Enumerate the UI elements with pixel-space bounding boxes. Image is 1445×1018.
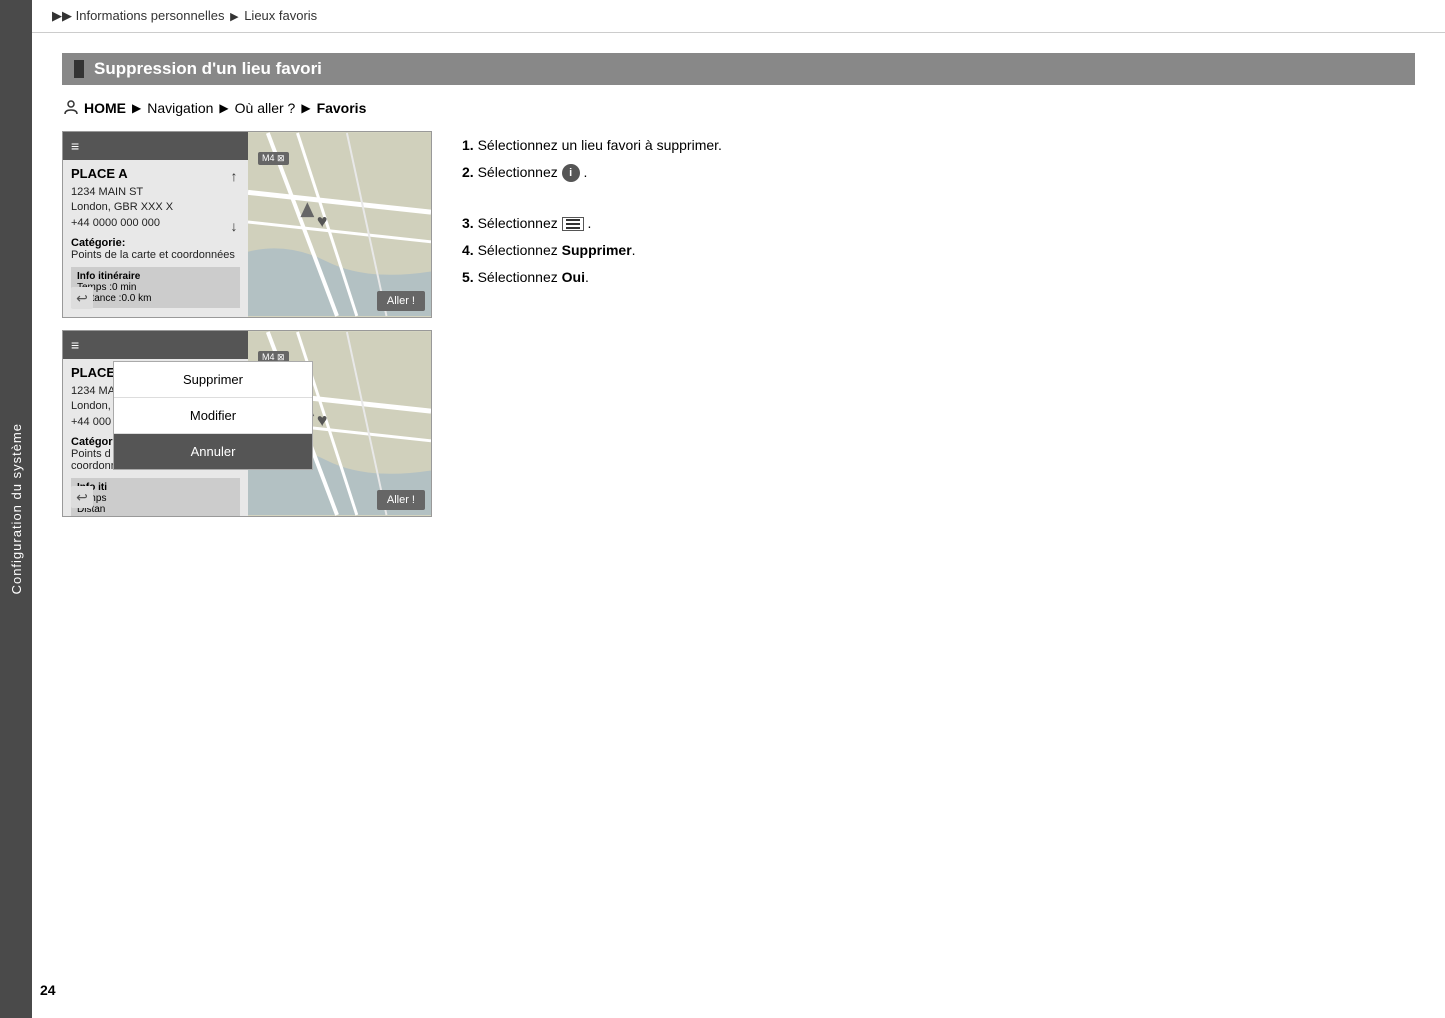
screen1-map: ♥ M4 ⊠ Aller ! (248, 132, 431, 317)
svg-text:♥: ♥ (317, 211, 328, 231)
popup-annuler[interactable]: Annuler (114, 434, 312, 469)
screen1-addr1: 1234 MAIN ST (71, 185, 240, 200)
step1-num: 1. (462, 137, 474, 153)
breadcrumb-part2: Lieux favoris (244, 8, 317, 23)
screen1-menu-icon: ≡ (71, 138, 79, 154)
instructions-col: 1. Sélectionnez un lieu favori à supprim… (462, 131, 1415, 294)
step4-num: 4. (462, 242, 474, 258)
nav-arrow-3: ▶ (301, 101, 310, 115)
up-arrow[interactable]: ↑ (224, 166, 244, 186)
screen2-info-dist: Distan (77, 504, 234, 515)
screen1-cat-text: Points de la carte et coordonnées (71, 249, 235, 261)
step2: 2. Sélectionnez i . (462, 162, 1415, 183)
screen1-addr2: London, GBR XXX X (71, 200, 240, 215)
breadcrumb: ▶▶ Informations personnelles ▶ Lieux fav… (32, 0, 1445, 33)
screenshots-col: ≡ PLACE A 1234 MAIN ST London, GBR XXX X… (62, 131, 432, 517)
screen2-info-time: Temps (77, 493, 234, 504)
nav-path: HOME ▶ Navigation ▶ Où aller ? ▶ Favoris (62, 99, 1415, 117)
breadcrumb-arrow: ▶▶ (52, 8, 72, 23)
screen2-info-title: Info iti (77, 482, 234, 493)
screen1-addr3: +44 0000 000 000 (71, 216, 240, 231)
screen2-aller-btn[interactable]: Aller ! (377, 490, 425, 510)
svg-text:♥: ♥ (317, 410, 328, 430)
popup-modifier[interactable]: Modifier (114, 398, 312, 434)
sidebar: Configuration du système (0, 0, 32, 1018)
screen2-info-box: Info iti Temps Distan (71, 478, 240, 517)
breadcrumb-part1: Informations personnelles (76, 8, 225, 23)
nav-part1: Navigation (147, 100, 213, 116)
step3-text: Sélectionnez (478, 215, 562, 231)
step1-text: Sélectionnez un lieu favori à supprimer. (478, 137, 722, 153)
popup-menu: Supprimer Modifier Annuler (113, 361, 313, 470)
content-area: Suppression d'un lieu favori HOME ▶ Navi… (32, 33, 1445, 537)
step4-bold: Supprimer (562, 242, 632, 258)
step3: 3. Sélectionnez . (462, 213, 1415, 234)
screen1: ≡ PLACE A 1234 MAIN ST London, GBR XXX X… (62, 131, 432, 318)
main-content: ▶▶ Informations personnelles ▶ Lieux fav… (32, 0, 1445, 537)
instructions-group2: 3. Sélectionnez . 4. (462, 213, 1415, 288)
step4-text: Sélectionnez Supprimer. (478, 242, 636, 258)
nav-home: HOME (84, 100, 126, 116)
back-arrow[interactable]: ↩ (71, 287, 93, 309)
page-number: 24 (40, 982, 56, 998)
nav-part2: Où aller ? (235, 100, 296, 116)
screen1-info-title: Info itinéraire (77, 271, 234, 282)
step2-num: 2. (462, 164, 474, 180)
screen1-aller-btn[interactable]: Aller ! (377, 291, 425, 311)
screen2-menu-icon: ≡ (71, 337, 79, 353)
screen2: ≡ PLACE 1234 MAI London, +44 000 Catégor… (62, 330, 432, 517)
section-title-text: Suppression d'un lieu favori (94, 59, 322, 79)
step1: 1. Sélectionnez un lieu favori à supprim… (462, 135, 1415, 156)
down-arrow[interactable]: ↓ (224, 216, 244, 236)
step5-num: 5. (462, 269, 474, 285)
step3-num: 3. (462, 215, 474, 231)
sidebar-label: Configuration du système (9, 423, 24, 594)
screen1-nav-arrows: ↑ ↓ (220, 162, 248, 240)
breadcrumb-sep1: ▶ (230, 11, 238, 23)
popup-supprimer[interactable]: Supprimer (114, 362, 312, 398)
instructions-group1: 1. Sélectionnez un lieu favori à supprim… (462, 135, 1415, 183)
screen1-cat-value: Points de la carte et coordonnées (63, 249, 248, 261)
nav-part3: Favoris (317, 100, 367, 116)
step5-bold: Oui (562, 269, 585, 285)
home-icon (62, 99, 80, 117)
step4: 4. Sélectionnez Supprimer. (462, 240, 1415, 261)
step5-text: Sélectionnez Oui. (478, 269, 589, 285)
menu-lines-icon (566, 219, 580, 229)
screen1-info-time: Temps :0 min (77, 282, 234, 293)
screen2-toolbar: ≡ (63, 331, 248, 359)
screen1-info-box: Info itinéraire Temps :0 min Distance :0… (71, 267, 240, 308)
nav-arrow-2: ▶ (219, 101, 228, 115)
screen1-toolbar: ≡ (63, 132, 248, 160)
step5: 5. Sélectionnez Oui. (462, 267, 1415, 288)
screen1-left: ≡ PLACE A 1234 MAIN ST London, GBR XXX X… (63, 132, 248, 317)
two-col-layout: ≡ PLACE A 1234 MAIN ST London, GBR XXX X… (62, 131, 1415, 517)
section-title: Suppression d'un lieu favori (62, 53, 1415, 85)
step3-period: . (588, 215, 592, 231)
nav-arrow-1: ▶ (132, 101, 141, 115)
screen2-back-arrow[interactable]: ↩ (71, 486, 93, 508)
step2-text: Sélectionnez (478, 164, 562, 180)
screen1-info-dist: Distance :0.0 km (77, 293, 234, 304)
m4-badge: M4 ⊠ (258, 152, 289, 165)
info-icon: i (562, 164, 580, 182)
step2-period: . (584, 164, 588, 180)
